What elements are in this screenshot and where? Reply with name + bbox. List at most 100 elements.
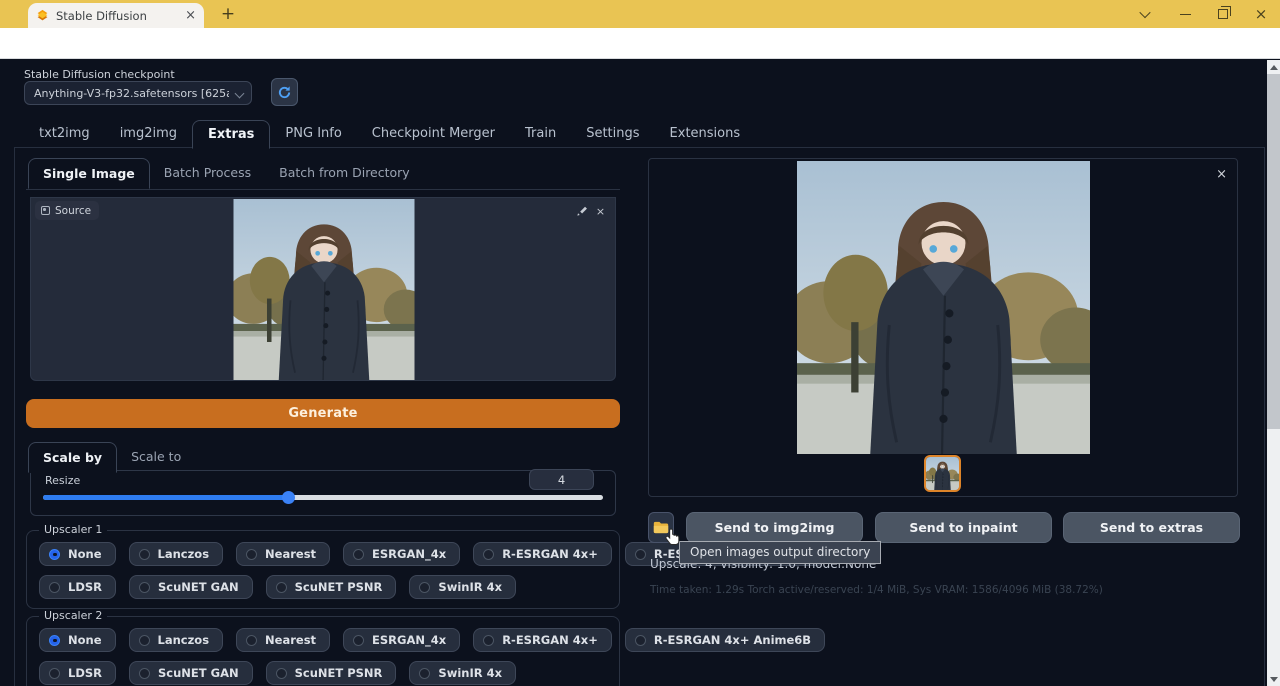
new-tab-button[interactable]: + [216,2,240,26]
upscaler2-row1: None Lanczos Nearest ESRGAN_4x R-ESRGAN … [39,628,607,652]
resize-slider-fill [43,495,289,500]
send-to-extras-button[interactable]: Send to extras [1063,512,1240,543]
tab-settings[interactable]: Settings [571,120,654,148]
subtab-single-image[interactable]: Single Image [28,158,150,189]
send-to-inpaint-button[interactable]: Send to inpaint [875,512,1052,543]
chevron-down-icon [1139,7,1150,18]
radio-icon [635,635,646,646]
upscaler2-option-scunet-psnr[interactable]: ScuNET PSNR [266,661,397,685]
tab-train[interactable]: Train [510,120,571,148]
upscaler2-option-lanczos[interactable]: Lanczos [129,628,224,652]
radio-icon [139,635,150,646]
chevron-down-icon [235,89,245,99]
arrow-up-icon [1270,65,1278,70]
tab-img2img[interactable]: img2img [105,120,192,148]
refresh-checkpoint-button[interactable] [271,78,298,106]
source-image-dropzone[interactable]: Source × [30,197,616,381]
resize-number-input[interactable]: 4 [529,469,594,490]
tab-checkpoint-merger[interactable]: Checkpoint Merger [357,120,510,148]
upscaler2-label: Upscaler 2 [39,609,107,622]
subtab-batch-process[interactable]: Batch Process [150,158,265,189]
radio-icon [139,549,150,560]
scale-tabs: Scale by Scale to [28,442,195,473]
upscaler1-option-resrgan4x[interactable]: R-ESRGAN 4x+ [473,542,612,566]
generate-button[interactable]: Generate [26,399,620,428]
upscaler2-option-esrgan4x[interactable]: ESRGAN_4x [343,628,460,652]
tab-png-info[interactable]: PNG Info [270,120,356,148]
upscaler1-option-none[interactable]: None [39,542,116,566]
result-gallery: × [648,158,1238,497]
scrollbar-thumb[interactable] [1267,74,1280,429]
tab-scale-by[interactable]: Scale by [28,442,117,473]
tab-scale-to[interactable]: Scale to [117,442,195,473]
upscaler1-option-nearest[interactable]: Nearest [236,542,330,566]
radio-icon [276,668,287,679]
result-image[interactable] [796,161,1091,454]
upscaler2-option-resrgan4x[interactable]: R-ESRGAN 4x+ [473,628,612,652]
source-image [233,199,415,380]
browser-tab-title: Stable Diffusion [56,9,178,23]
mouse-cursor [664,528,682,552]
upscaler2-option-resrgan-anime6b[interactable]: R-ESRGAN 4x+ Anime6B [625,628,825,652]
pencil-icon [576,206,587,217]
resize-slider[interactable] [43,495,603,500]
checkpoint-label: Stable Diffusion checkpoint [24,68,175,81]
tab-close-icon[interactable]: × [185,8,196,23]
radio-icon [353,635,364,646]
upscaler1-option-esrgan4x[interactable]: ESRGAN_4x [343,542,460,566]
upscaler1-row1: None Lanczos Nearest ESRGAN_4x R-ESRGAN … [39,542,607,566]
radio-icon [419,668,430,679]
tab-extras[interactable]: Extras [192,120,270,149]
radio-icon [483,635,494,646]
window-restore-button[interactable] [1206,0,1240,28]
page-scrollbar[interactable] [1267,60,1280,686]
output-directory-tooltip: Open images output directory [679,541,881,564]
radio-icon [49,668,60,679]
source-chip-label: Source [55,205,91,217]
performance-info-text: Time taken: 1.29s Torch active/reserved:… [650,584,1103,596]
resize-slider-thumb[interactable] [282,491,295,504]
tab-extensions[interactable]: Extensions [655,120,756,148]
close-icon: × [1255,7,1268,22]
scrollbar-down-button[interactable] [1267,672,1280,686]
upscaler2-option-ldsr[interactable]: LDSR [39,661,116,685]
edit-image-button[interactable] [574,204,589,219]
refresh-icon [277,85,292,100]
radio-icon [353,549,364,560]
upscaler2-option-swinir4x[interactable]: SwinIR 4x [409,661,516,685]
minimize-icon [1180,14,1191,15]
extras-subtabs: Single Image Batch Process Batch from Di… [28,158,424,189]
thumbnail-image [926,457,959,490]
window-close-button[interactable]: × [1244,0,1278,28]
send-to-img2img-button[interactable]: Send to img2img [686,512,863,543]
restore-icon [1218,9,1228,19]
upscaler1-option-scunet-psnr[interactable]: ScuNET PSNR [266,575,397,599]
tab-txt2img[interactable]: txt2img [24,120,105,148]
upscaler1-option-scunet-gan[interactable]: ScuNET GAN [129,575,253,599]
scrollbar-up-button[interactable] [1267,60,1280,74]
window-chevron-icon[interactable] [1128,0,1162,28]
subtab-batch-from-directory[interactable]: Batch from Directory [265,158,424,189]
webui-page: Stable Diffusion checkpoint Anything-V3-… [0,60,1267,686]
result-thumbnail-selected[interactable] [924,455,961,492]
checkpoint-value: Anything-V3-fp32.safetensors [625a2ba2] [34,87,229,100]
radio-icon [635,549,646,560]
browser-tab[interactable]: Stable Diffusion × [28,3,204,28]
upscaler2-option-nearest[interactable]: Nearest [236,628,330,652]
upscaler1-label: Upscaler 1 [39,523,107,536]
clear-image-button[interactable]: × [593,204,608,219]
upscaler1-group: Upscaler 1 None Lanczos Nearest ESRGAN_4… [26,530,620,609]
hand-pointer-icon [664,528,682,548]
window-minimize-button[interactable] [1168,0,1202,28]
close-gallery-icon[interactable]: × [1216,167,1227,182]
main-tabbar: txt2img img2img Extras PNG Info Checkpoi… [24,120,755,148]
upscaler2-option-none[interactable]: None [39,628,116,652]
upscaler2-option-scunet-gan[interactable]: ScuNET GAN [129,661,253,685]
upscaler1-option-swinir4x[interactable]: SwinIR 4x [409,575,516,599]
checkpoint-dropdown[interactable]: Anything-V3-fp32.safetensors [625a2ba2] [24,81,252,105]
upscaler2-row2: LDSR ScuNET GAN ScuNET PSNR SwinIR 4x [39,661,607,685]
radio-icon [49,582,60,593]
radio-icon [276,582,287,593]
upscaler1-option-ldsr[interactable]: LDSR [39,575,116,599]
upscaler1-option-lanczos[interactable]: Lanczos [129,542,224,566]
